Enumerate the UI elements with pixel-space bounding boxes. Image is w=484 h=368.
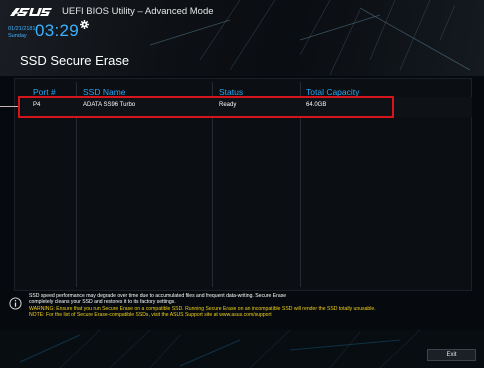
info-text: SSD speed performance may degrade over t… — [29, 293, 287, 299]
gear-icon[interactable] — [80, 20, 89, 29]
exit-button[interactable]: Exit — [427, 349, 476, 361]
info-text: completely cleans your SSD and restores … — [29, 299, 176, 306]
info-icon — [9, 297, 22, 310]
note-text: NOTE: For the list of Secure Erase-compa… — [29, 312, 272, 319]
date-text: 01/21/2181 — [8, 26, 36, 32]
asus-logo — [10, 8, 52, 16]
bios-window: UEFI BIOS Utility – Advanced Mode 01/21/… — [0, 0, 484, 368]
page-title: SSD Secure Erase — [20, 53, 130, 68]
app-title: UEFI BIOS Utility – Advanced Mode — [62, 6, 214, 17]
time-display[interactable]: 03:29 — [35, 21, 79, 41]
selected-row-highlight — [18, 96, 394, 118]
day-text: Sunday — [8, 33, 27, 39]
callout-pointer — [0, 106, 19, 107]
info-panel: SSD speed performance may degrade over t… — [7, 293, 477, 329]
date-display: 01/21/2181 Sunday — [8, 26, 36, 40]
warning-text: WARNING: Ensure that you run Secure Eras… — [29, 305, 376, 312]
